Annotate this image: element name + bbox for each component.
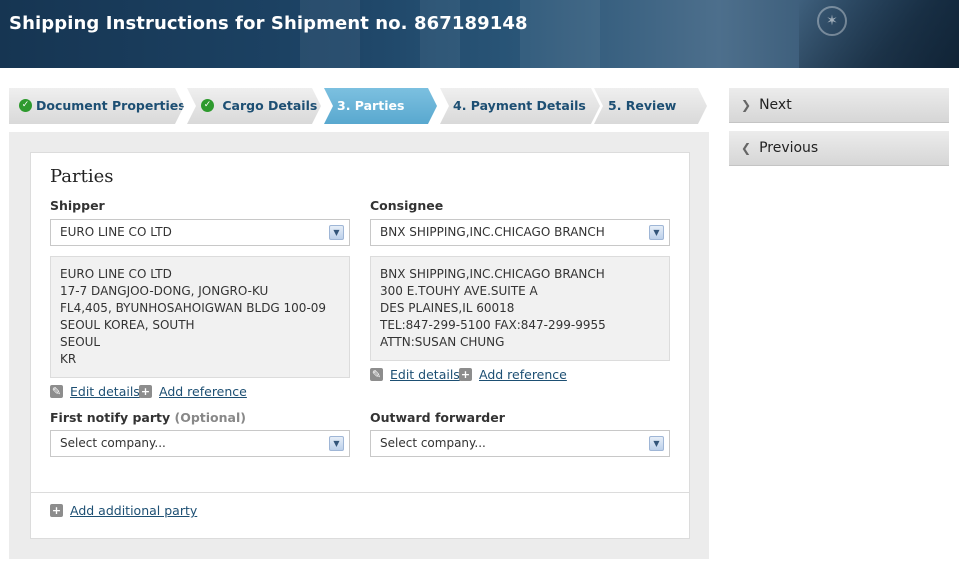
first-notify-label: First notify party (Optional) <box>50 410 246 425</box>
consignee-label: Consignee <box>370 198 444 213</box>
add-additional-party-link[interactable]: Add additional party <box>70 503 197 518</box>
outward-forwarder-select[interactable]: Select company... ▼ <box>370 430 670 457</box>
outward-forwarder-label: Outward forwarder <box>370 410 505 425</box>
banner-decoration <box>420 0 460 68</box>
address-line: TEL:847-299-5100 FAX:847-299-9955 <box>380 318 606 332</box>
chevron-down-icon[interactable]: ▼ <box>649 436 664 451</box>
step-label: 3. Parties <box>337 98 405 113</box>
step-label: 4. Payment Details <box>453 98 586 113</box>
chevron-down-icon[interactable]: ▼ <box>329 225 344 240</box>
first-notify-placeholder: Select company... <box>60 436 166 450</box>
divider <box>31 492 689 493</box>
consignee-add-reference-link[interactable]: Add reference <box>479 367 567 382</box>
banner-decoration <box>520 0 600 68</box>
shipper-address: EURO LINE CO LTD 17-7 DANGJOO-DONG, JONG… <box>50 256 350 378</box>
edit-pencil-icon: ✎ <box>50 385 63 398</box>
address-line: DES PLAINES,IL 60018 <box>380 301 515 315</box>
address-line: 17-7 DANGJOO-DONG, JONGRO-KU <box>60 284 269 298</box>
consignee-selected-value: BNX SHIPPING,INC.CHICAGO BRANCH <box>380 225 605 239</box>
page-title: Shipping Instructions for Shipment no. 8… <box>9 13 528 34</box>
step-label: Cargo Details <box>222 98 318 113</box>
star-emblem-icon: ✶ <box>817 6 847 36</box>
address-line: FL4,405, BYUNHOSAHOIGWAN BLDG 100-09 <box>60 301 327 315</box>
address-line: EURO LINE CO LTD <box>60 267 172 281</box>
step-label: 5. Review <box>608 98 677 113</box>
address-line: ATTN:SUSAN CHUNG <box>380 335 505 349</box>
address-line: KR <box>60 352 77 366</box>
plus-icon: + <box>139 385 152 398</box>
optional-tag: (Optional) <box>174 410 246 425</box>
check-icon: ✓ <box>19 99 32 112</box>
chevron-left-icon: ❮ <box>741 141 752 155</box>
plus-icon: + <box>50 504 63 517</box>
step-cargo-details[interactable]: ✓ Cargo Details <box>187 88 321 124</box>
step-progress: ✓ Document Properties ✓ Cargo Details 3. … <box>9 88 709 124</box>
step-payment-details[interactable]: 4. Payment Details <box>440 88 600 124</box>
consignee-select[interactable]: BNX SHIPPING,INC.CHICAGO BRANCH ▼ <box>370 219 670 246</box>
consignee-edit-details-link[interactable]: Edit details <box>390 367 460 382</box>
address-line: BNX SHIPPING,INC.CHICAGO BRANCH <box>380 267 605 281</box>
header-banner: ✶ Shipping Instructions for Shipment no.… <box>0 0 959 68</box>
edit-pencil-icon: ✎ <box>370 368 383 381</box>
section-title: Parties <box>50 166 114 187</box>
shipper-select[interactable]: EURO LINE CO LTD ▼ <box>50 219 350 246</box>
banner-decoration <box>300 0 360 68</box>
shipper-edit-details-link[interactable]: Edit details <box>70 384 140 399</box>
step-review[interactable]: 5. Review <box>594 88 707 124</box>
next-button-label: Next <box>759 97 792 113</box>
outward-forwarder-placeholder: Select company... <box>380 436 486 450</box>
plus-icon: + <box>459 368 472 381</box>
first-notify-select[interactable]: Select company... ▼ <box>50 430 350 457</box>
step-document-properties[interactable]: ✓ Document Properties <box>9 88 184 124</box>
shipper-label: Shipper <box>50 198 105 213</box>
chevron-down-icon[interactable]: ▼ <box>329 436 344 451</box>
first-notify-label-text: First notify party <box>50 410 171 425</box>
shipper-selected-value: EURO LINE CO LTD <box>60 225 172 239</box>
consignee-address: BNX SHIPPING,INC.CHICAGO BRANCH 300 E.TO… <box>370 256 670 361</box>
check-icon: ✓ <box>201 99 214 112</box>
address-line: 300 E.TOUHY AVE.SUITE A <box>380 284 538 298</box>
chevron-down-icon[interactable]: ▼ <box>649 225 664 240</box>
next-button[interactable]: ❯ Next <box>729 88 949 123</box>
address-line: SEOUL <box>60 335 101 349</box>
previous-button-label: Previous <box>759 140 819 156</box>
chevron-right-icon: ❯ <box>741 98 752 112</box>
address-line: SEOUL KOREA, SOUTH <box>60 318 195 332</box>
step-parties[interactable]: 3. Parties <box>324 88 437 124</box>
previous-button[interactable]: ❮ Previous <box>729 131 949 166</box>
shipper-add-reference-link[interactable]: Add reference <box>159 384 247 399</box>
step-label: Document Properties <box>36 98 186 113</box>
